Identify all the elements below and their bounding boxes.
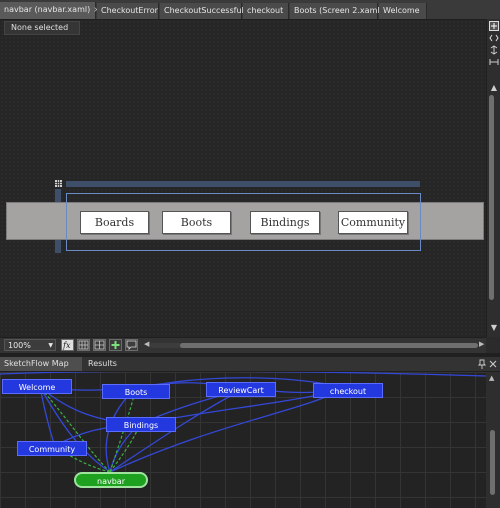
tab-navbar[interactable]: navbar (navbar.xaml)× — [0, 2, 100, 19]
tab-label: CheckoutError — [101, 6, 158, 15]
scroll-up-icon[interactable]: ▲ — [489, 83, 499, 93]
grid-selector-icon[interactable] — [55, 180, 62, 187]
column-ruler[interactable] — [66, 181, 420, 187]
map-vertical-scrollbar[interactable] — [490, 430, 495, 495]
map-node-welcome[interactable]: Welcome — [2, 379, 72, 394]
tab-label: Results — [88, 359, 117, 368]
tab-label: navbar (navbar.xaml) — [4, 5, 91, 14]
design-view-icon[interactable] — [489, 21, 499, 31]
tab-sketchflow-map[interactable]: SketchFlow Map × — [0, 357, 82, 382]
annotations-icon[interactable] — [125, 339, 138, 351]
nav-button-community[interactable]: Community — [338, 211, 408, 234]
map-node-bindings[interactable]: Bindings — [106, 417, 176, 432]
canvas-horizontal-scrollbar[interactable] — [180, 343, 478, 348]
map-scroll-up-icon[interactable]: ▲ — [489, 374, 494, 382]
snap-grid-icon[interactable] — [93, 339, 106, 351]
map-node-community[interactable]: Community — [17, 441, 87, 456]
nav-button-boots[interactable]: Boots — [162, 211, 231, 234]
tab-welcome[interactable]: Welcome — [379, 3, 427, 19]
tab-label: CheckoutSuccessful — [164, 6, 244, 15]
zoom-value: 100% — [8, 341, 31, 350]
tab-boots[interactable]: Boots (Screen 2.xaml) — [290, 3, 383, 19]
map-node-reviewcart[interactable]: ReviewCart — [206, 382, 276, 397]
split-horizontal-icon[interactable] — [489, 57, 499, 67]
scroll-down-icon[interactable]: ▼ — [489, 323, 499, 333]
tab-label: SketchFlow Map — [4, 359, 69, 368]
split-view-icon[interactable] — [489, 45, 499, 55]
design-canvas[interactable] — [0, 20, 486, 338]
snap-lines-icon[interactable] — [109, 339, 122, 351]
chevron-down-icon: ▼ — [48, 342, 53, 349]
canvas-vertical-scrollbar[interactable] — [489, 95, 494, 300]
panel-close-icon[interactable] — [489, 359, 497, 369]
scroll-left-icon[interactable]: ◀ — [144, 340, 149, 348]
selection-info: None selected — [4, 21, 80, 35]
tab-checkout[interactable]: checkout — [243, 3, 289, 19]
tab-results[interactable]: Results — [84, 357, 120, 371]
tab-label: Boots (Screen 2.xaml) — [294, 6, 383, 15]
svg-text:fx: fx — [62, 341, 71, 350]
grid-toggle-icon[interactable] — [77, 339, 90, 351]
effects-toggle-icon[interactable]: fx — [61, 339, 74, 351]
xaml-view-icon[interactable] — [489, 33, 499, 43]
zoom-select[interactable]: 100% ▼ — [4, 339, 56, 351]
tab-label: checkout — [247, 6, 284, 15]
nav-button-bindings[interactable]: Bindings — [250, 211, 320, 234]
scroll-right-icon[interactable]: ▶ — [479, 340, 484, 348]
map-node-checkout[interactable]: checkout — [313, 383, 383, 398]
tab-checkouterror[interactable]: CheckoutError — [97, 3, 159, 19]
map-node-navbar[interactable]: navbar — [74, 472, 148, 488]
nav-button-boards[interactable]: Boards — [80, 211, 149, 234]
pin-icon[interactable] — [477, 359, 487, 369]
map-node-boots[interactable]: Boots — [102, 384, 170, 399]
tab-checkoutsuccessful[interactable]: CheckoutSuccessful — [160, 3, 244, 19]
tab-label: Welcome — [383, 6, 420, 15]
